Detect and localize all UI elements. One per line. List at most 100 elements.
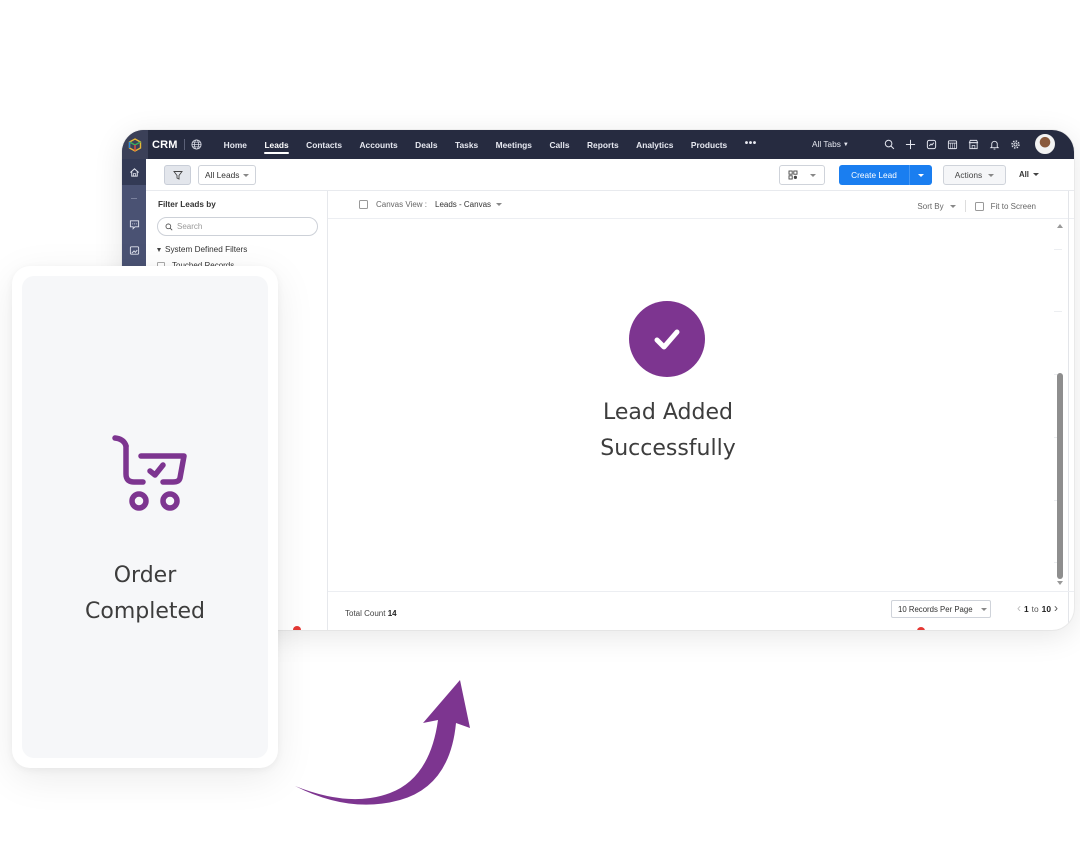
cart-check-icon xyxy=(112,435,187,511)
system-filters-toggle[interactable]: System Defined Filters xyxy=(157,245,247,254)
signals-icon[interactable] xyxy=(924,137,939,152)
scroll-up-arrow-icon[interactable] xyxy=(1057,224,1063,228)
calendar-icon[interactable] xyxy=(945,137,960,152)
custom-view-select[interactable]: All Leads xyxy=(198,165,257,185)
search-placeholder: Search xyxy=(177,222,203,231)
page-range-end: 10 xyxy=(1041,604,1051,614)
create-lead-dropdown[interactable] xyxy=(910,173,932,177)
tab-tasks[interactable]: Tasks xyxy=(455,140,478,150)
tab-deals[interactable]: Deals xyxy=(415,140,437,150)
tab-calls[interactable]: Calls xyxy=(549,140,569,150)
marketplace-icon[interactable] xyxy=(966,137,981,152)
sort-by-dropdown[interactable]: Sort By xyxy=(917,202,956,211)
success-line-1: Lead Added xyxy=(603,400,733,425)
fit-to-screen-checkbox[interactable] xyxy=(974,201,984,211)
success-line-2: Successfully xyxy=(600,436,736,461)
caret-down-icon xyxy=(980,607,987,611)
actions-button[interactable]: Actions xyxy=(943,165,1006,185)
order-message: Order Completed xyxy=(22,558,268,630)
crm-logo[interactable] xyxy=(122,130,148,159)
previous-page-button[interactable]: ‹ xyxy=(1017,601,1021,615)
order-line-1: Order xyxy=(113,563,177,588)
sidebar-item-chat[interactable] xyxy=(122,211,146,237)
search-icon xyxy=(165,223,173,230)
canvas-controls: Sort By Fit to Screen xyxy=(917,200,1036,212)
plus-icon[interactable] xyxy=(903,137,918,152)
tab-meetings[interactable]: Meetings xyxy=(496,140,532,150)
canvas-view-selector: Canvas View : Leads - Canvas xyxy=(359,200,503,209)
bell-icon[interactable] xyxy=(987,137,1002,152)
create-lead-label: Create Lead xyxy=(851,170,897,180)
vertical-scrollbar[interactable] xyxy=(1056,219,1064,591)
caret-down-icon xyxy=(496,203,503,206)
success-badge xyxy=(629,301,705,377)
records-per-page-value: 10 Records Per Page xyxy=(898,604,973,614)
page-range-separator: to xyxy=(1031,604,1039,614)
all-tabs-label: All Tabs xyxy=(812,139,841,149)
list-toolbar: All Leads Create Lead Actions All xyxy=(146,159,1074,191)
total-count-label: Total Count xyxy=(345,609,386,618)
header-actions xyxy=(882,137,1023,152)
module-tabs: Home Leads Contacts Accounts Deals Tasks… xyxy=(224,138,757,154)
caret-down-icon xyxy=(243,173,250,177)
user-avatar[interactable] xyxy=(1035,134,1055,154)
more-tabs-button[interactable]: ••• xyxy=(745,138,757,150)
caret-down-icon xyxy=(810,173,816,177)
filter-toggle-button[interactable] xyxy=(164,165,191,185)
caret-down-icon: ▼ xyxy=(842,142,849,148)
all-records-label: All xyxy=(1019,170,1029,179)
filter-icon xyxy=(172,171,183,180)
tab-leads[interactable]: Leads xyxy=(264,140,289,154)
notification-dot xyxy=(917,627,925,630)
tab-reports[interactable]: Reports xyxy=(587,140,619,150)
select-all-checkbox[interactable] xyxy=(359,200,368,209)
total-count: Total Count 14 xyxy=(345,609,397,618)
caret-down-icon xyxy=(1032,173,1039,176)
all-records-dropdown[interactable]: All xyxy=(1019,170,1039,179)
canvas-view-dropdown[interactable]: Leads - Canvas xyxy=(435,200,503,209)
caret-down-icon xyxy=(988,173,995,177)
canvas-view-label: Canvas View : xyxy=(376,200,427,209)
scroll-down-arrow-icon[interactable] xyxy=(1057,581,1063,585)
canvas-header: Canvas View : Leads - Canvas Sort By Fit… xyxy=(328,191,1074,219)
search-icon[interactable] xyxy=(882,137,897,152)
image-icon xyxy=(129,245,139,255)
actions-label: Actions xyxy=(954,170,983,180)
filter-search-input[interactable]: Search xyxy=(157,217,318,236)
caret-down-icon xyxy=(949,204,956,208)
app-title: CRM xyxy=(152,138,178,151)
custom-view-label: All Leads xyxy=(205,170,240,180)
success-message: Lead Added Successfully xyxy=(518,395,818,467)
globe-icon[interactable] xyxy=(191,139,202,150)
create-lead-button[interactable]: Create Lead xyxy=(839,165,932,185)
divider xyxy=(1068,191,1069,630)
tab-analytics[interactable]: Analytics xyxy=(636,140,673,150)
next-page-button[interactable]: › xyxy=(1054,601,1058,615)
records-per-page-select[interactable]: 10 Records Per Page xyxy=(891,600,991,618)
scrollbar-thumb[interactable] xyxy=(1057,373,1063,579)
sidebar-item-home[interactable] xyxy=(122,159,146,185)
tab-accounts[interactable]: Accounts xyxy=(360,140,398,150)
fit-to-screen-label: Fit to Screen xyxy=(990,201,1036,211)
canvas-view-value: Leads - Canvas xyxy=(435,200,492,209)
tab-contacts[interactable]: Contacts xyxy=(306,140,342,150)
divider xyxy=(183,139,185,150)
page-range-start: 1 xyxy=(1024,604,1029,614)
all-tabs-dropdown[interactable]: All Tabs ▼ xyxy=(812,139,849,149)
pagination: ‹ 1 to 10 › xyxy=(1017,601,1058,615)
curved-arrow-icon xyxy=(295,680,470,805)
canvas-body: Lead Added Successfully xyxy=(328,219,1074,591)
notification-dot xyxy=(293,626,301,630)
gear-icon[interactable] xyxy=(1008,137,1023,152)
grid-view-icon xyxy=(788,170,798,180)
divider xyxy=(964,200,966,212)
sidebar-item-gallery[interactable] xyxy=(122,237,146,263)
chat-icon xyxy=(129,219,139,230)
home-icon xyxy=(129,167,139,177)
view-layout-switcher[interactable] xyxy=(779,165,825,185)
tab-products[interactable]: Products xyxy=(691,140,727,150)
divider xyxy=(131,198,137,199)
tab-home[interactable]: Home xyxy=(224,140,247,150)
caret-down-icon xyxy=(918,173,924,177)
top-navigation-bar: CRM Home Leads Contacts Accounts Deals T… xyxy=(122,130,1074,159)
